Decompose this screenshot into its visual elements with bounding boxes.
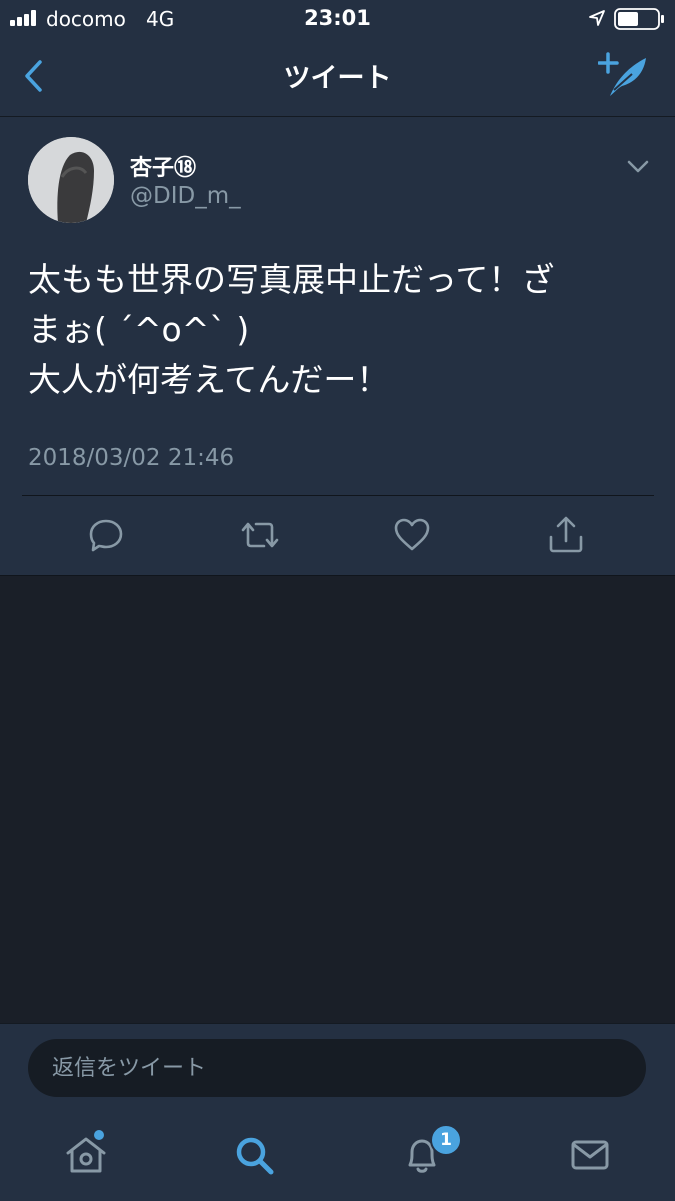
avatar-photo [28,137,114,223]
reply-icon[interactable] [86,515,126,555]
status-time: 23:01 [304,6,371,30]
status-bar: docomo 4G 23:01 [0,0,675,38]
divider [22,495,654,496]
battery-icon [614,8,664,30]
tweet-text: 太もも世界の写真展中止だって！ざ まぉ( ´^o^` ) 大人が何考えてんだー！ [28,255,658,405]
tweet-timestamp: 2018/03/02 21:46 [28,445,235,471]
home-unread-dot [94,1130,104,1140]
avatar[interactable] [28,137,114,223]
retweet-icon[interactable] [240,515,280,555]
tweet-text-line: 太もも世界の写真展中止だって！ざ [28,260,555,299]
share-icon[interactable] [546,515,586,555]
user-handle[interactable]: @DID_m_ [130,183,241,209]
reply-input[interactable] [28,1039,646,1097]
chevron-down-icon[interactable] [624,155,652,177]
display-name[interactable]: 杏子⑱ [130,150,196,182]
compose-button[interactable] [598,52,652,100]
tweet-text-line: まぉ( ´^o^` ) [28,310,250,349]
tweet-detail: 杏子⑱ @DID_m_ 太もも世界の写真展中止だって！ざ まぉ( ´^o^` )… [0,117,675,576]
notification-badge: 1 [430,1124,462,1156]
top-bar: docomo 4G 23:01 ツイート [0,0,675,117]
bottom-bar [0,1023,675,1201]
nav-bar: ツイート [0,38,675,116]
messages-icon[interactable] [566,1131,614,1179]
tweet-text-line: 大人が何考えてんだー！ [28,360,390,399]
search-icon[interactable] [230,1131,278,1179]
like-icon[interactable] [392,515,432,555]
location-arrow-icon [589,10,605,26]
page-title: ツイート [283,63,392,94]
